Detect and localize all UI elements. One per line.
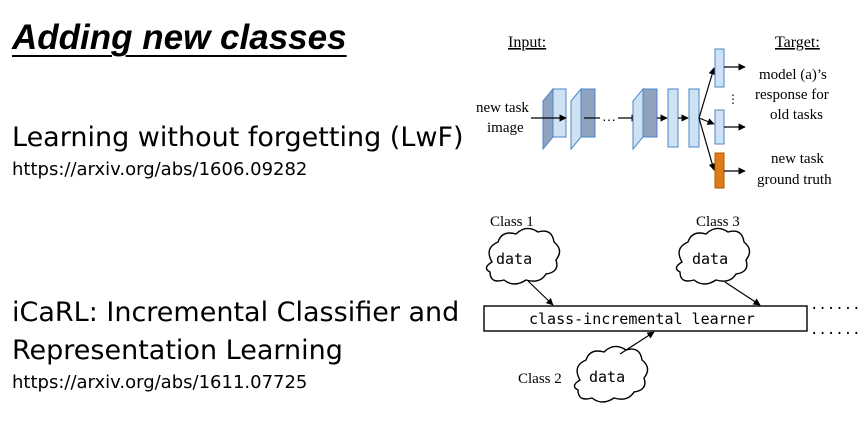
learner-label: class-incremental learner	[529, 310, 755, 328]
class1-label: Class 1	[490, 214, 534, 230]
lwf-figure: Input: Target: new task image ··· ⋮ mode…	[476, 34, 832, 189]
fc-layer-2	[688, 88, 700, 148]
class2-label: Class 2	[518, 371, 562, 387]
old-target-line2: response for	[755, 87, 829, 103]
class3-data-cloud: data	[675, 227, 751, 285]
layer-ellipsis: ···	[602, 111, 616, 127]
class3-cloud-text: data	[692, 250, 728, 268]
new-target-line1: new task	[771, 151, 824, 167]
new-target-line2: ground truth	[757, 172, 832, 188]
learner-ellipsis-bottom: ......	[810, 322, 861, 338]
old-task-head-2	[714, 109, 725, 145]
class2-cloud-text: data	[589, 368, 625, 386]
class3-arrow	[724, 281, 761, 306]
new-task-head	[714, 152, 725, 189]
class1-data-cloud: data	[485, 227, 561, 285]
conv-layer-1	[542, 87, 567, 151]
figures-canvas: Input: Target: new task image ··· ⋮ mode…	[476, 34, 861, 403]
class1-cloud-text: data	[496, 250, 532, 268]
old-task-head-1	[714, 48, 725, 88]
fc-layer-1	[667, 88, 679, 148]
class3-label: Class 3	[696, 214, 740, 230]
conv-layer-2	[570, 87, 596, 151]
class1-arrow	[527, 280, 554, 306]
class2-data-cloud: data	[573, 345, 649, 403]
input-label: Input:	[508, 34, 546, 51]
old-target-line3: old tasks	[770, 107, 823, 123]
image-label-line2: image	[487, 120, 524, 136]
target-label: Target:	[775, 34, 820, 51]
icarl-figure: Class 1 Class 3 Class 2 data data data c…	[483, 214, 861, 403]
old-target-line1: model (a)’s	[759, 67, 827, 83]
head-vertical-ellipsis: ⋮	[727, 92, 739, 106]
learner-ellipsis-top: ......	[810, 297, 861, 313]
conv-layer-3	[632, 87, 658, 151]
image-label-line1: new task	[476, 100, 529, 116]
